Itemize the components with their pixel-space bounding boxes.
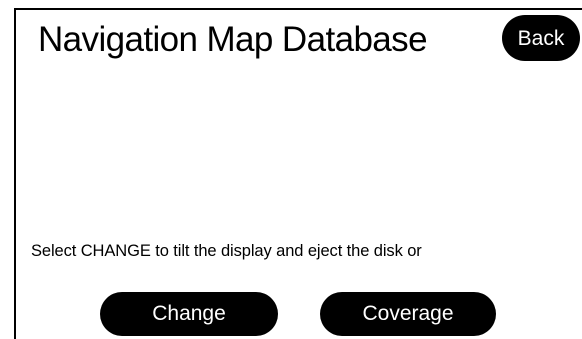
back-button[interactable]: Back <box>502 15 580 61</box>
change-button[interactable]: Change <box>100 292 278 336</box>
instruction-text: Select CHANGE to tilt the display and ej… <box>31 242 422 260</box>
page-title: Navigation Map Database <box>38 20 428 59</box>
navigation-map-database-screen: Navigation Map Database Back Select CHAN… <box>0 0 582 339</box>
coverage-button[interactable]: Coverage <box>320 292 496 336</box>
frame-left-border <box>14 8 16 339</box>
frame-top-border <box>14 8 582 10</box>
